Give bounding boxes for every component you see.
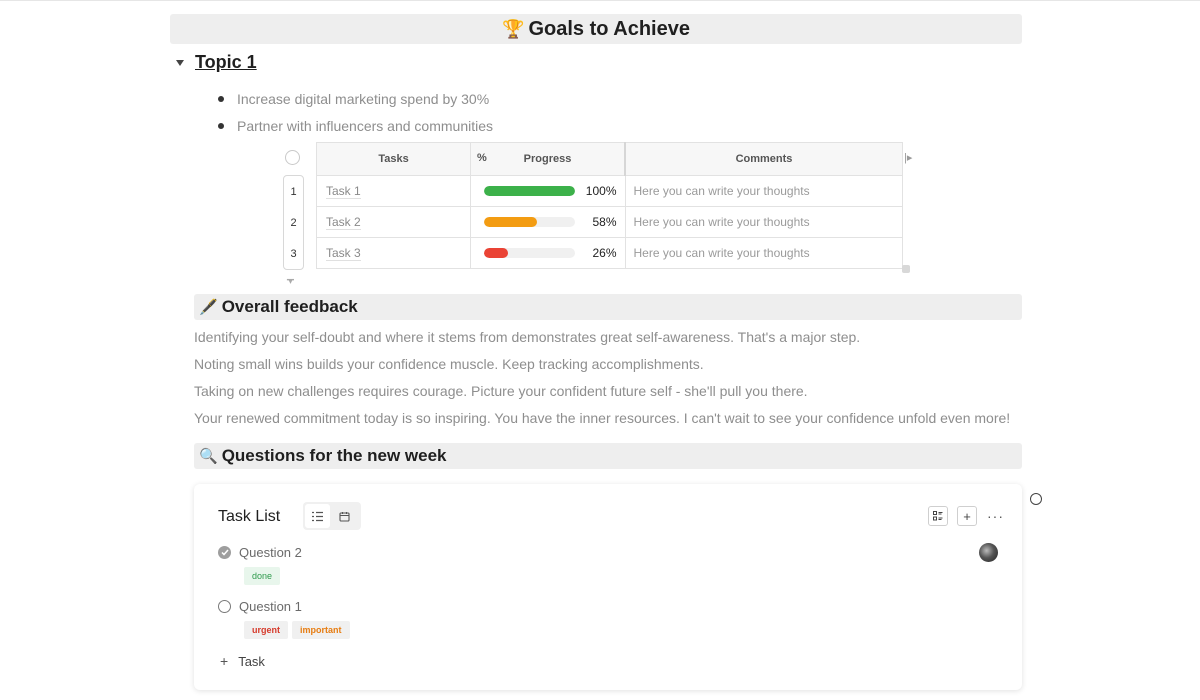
feedback-title: Overall feedback [221, 297, 358, 316]
add-task-row[interactable]: + Task [220, 653, 265, 669]
select-all-rows-radio[interactable] [285, 150, 300, 165]
bullet-text[interactable]: Partner with influencers and communities [237, 118, 493, 134]
tag-done[interactable]: done [244, 567, 281, 585]
list-view-icon [312, 511, 323, 521]
questions-title: Questions for the new week [221, 446, 447, 465]
trophy-icon: 🏆 [502, 18, 525, 39]
task-item[interactable]: Question 1 [218, 599, 302, 614]
column-header-tasks[interactable]: Tasks [316, 142, 471, 176]
task-cell[interactable]: Task 3 [316, 237, 471, 269]
feedback-heading: 🖋️ Overall feedback [194, 294, 1022, 320]
view-toggle [303, 502, 361, 530]
progress-value: 58% [592, 215, 617, 229]
progress-bar [484, 217, 575, 227]
card-actions: + ··· [919, 506, 1004, 526]
page-title: Goals to Achieve [528, 17, 690, 40]
task-item-label[interactable]: Question 2 [239, 545, 302, 560]
table-row: Task 3 26% Here you can write your thoug… [316, 237, 903, 269]
page-title-banner: 🏆 Goals to Achieve [170, 14, 1022, 44]
task-cell[interactable]: Task 2 [316, 206, 471, 238]
feedback-line[interactable]: Taking on new challenges requires courag… [194, 379, 1034, 406]
row-number[interactable]: 3 [284, 238, 303, 269]
row-number[interactable]: 2 [284, 207, 303, 238]
comment-cell[interactable]: Here you can write your thoughts [624, 206, 903, 238]
bullet-dot-icon [218, 95, 224, 102]
task-item[interactable]: Question 2 [218, 545, 302, 560]
task-name: Task 1 [326, 184, 361, 199]
task-name: Task 2 [326, 215, 361, 230]
topic-title[interactable]: Topic 1 [195, 52, 257, 73]
progress-fill [484, 186, 575, 196]
table-resize-handle-icon[interactable] [902, 265, 910, 273]
task-list-widget: Task List + ··· Question 2 done Question… [194, 484, 1022, 690]
add-row-handle-icon[interactable]: ▁ ▾ [284, 271, 297, 286]
bullet-item: Increase digital marketing spend by 30% [218, 85, 493, 112]
layout-button[interactable] [928, 506, 948, 526]
add-column-handle-icon[interactable]: |▸ [904, 151, 912, 164]
add-task-button[interactable]: + [957, 506, 977, 526]
progress-value: 100% [585, 184, 617, 198]
task-item-label[interactable]: Question 1 [239, 599, 302, 614]
comment-cell[interactable]: Here you can write your thoughts [624, 237, 903, 269]
feedback-line[interactable]: Your renewed commitment today is so insp… [194, 406, 1034, 433]
column-header-comments[interactable]: Comments [624, 142, 903, 176]
comment-cell[interactable]: Here you can write your thoughts [624, 175, 903, 207]
table-row: Task 2 58% Here you can write your thoug… [316, 206, 903, 238]
progress-bar [484, 186, 575, 196]
top-divider [0, 0, 1200, 1]
task-cell[interactable]: Task 1 [316, 175, 471, 207]
tag-important[interactable]: important [292, 621, 350, 639]
grid-list-icon [933, 511, 943, 521]
task-tags: done [244, 567, 284, 585]
comment-bubble-icon[interactable] [1030, 493, 1042, 505]
list-view-button[interactable] [305, 504, 330, 528]
table-header-row: Tasks % Progress Comments [316, 142, 903, 176]
feedback-body: Identifying your self-doubt and where it… [194, 325, 1034, 433]
calendar-view-button[interactable] [332, 504, 357, 528]
add-task-label: Task [238, 653, 265, 669]
questions-heading: 🔍 Questions for the new week [194, 443, 1022, 469]
checked-circle-icon[interactable] [218, 546, 231, 559]
task-list-title: Task List [218, 508, 281, 525]
empty-circle-icon[interactable] [218, 600, 231, 613]
feedback-line[interactable]: Noting small wins builds your confidence… [194, 352, 1034, 379]
progress-cell[interactable]: 100% [470, 175, 626, 207]
pen-icon: 🖋️ [199, 299, 218, 316]
magnifier-icon: 🔍 [199, 448, 218, 465]
bullet-item: Partner with influencers and communities [218, 112, 493, 139]
caret-down-icon[interactable] [176, 59, 184, 66]
feedback-line[interactable]: Identifying your self-doubt and where it… [194, 325, 1034, 352]
row-number[interactable]: 1 [284, 176, 303, 207]
calendar-icon [339, 511, 350, 522]
task-tags: urgent important [244, 621, 354, 639]
plus-icon: + [220, 653, 229, 669]
bullet-dot-icon [218, 122, 224, 129]
column-header-progress[interactable]: % Progress [470, 142, 626, 176]
assignee-avatar[interactable] [979, 543, 998, 562]
task-name: Task 3 [326, 246, 361, 261]
topic-toggle[interactable]: Topic 1 [176, 52, 257, 73]
bullet-text[interactable]: Increase digital marketing spend by 30% [237, 91, 489, 107]
plus-icon: + [963, 508, 971, 524]
column-header-progress-label: Progress [523, 153, 572, 165]
progress-cell[interactable]: 58% [470, 206, 626, 238]
percent-icon: % [477, 152, 487, 164]
tag-urgent[interactable]: urgent [244, 621, 288, 639]
row-number-column: 1 2 3 [283, 175, 304, 270]
tasks-table: Tasks % Progress Comments Task 1 100% He… [316, 142, 903, 269]
more-options-icon[interactable]: ··· [987, 508, 1004, 524]
progress-fill [484, 217, 537, 227]
progress-value: 26% [592, 246, 617, 260]
progress-bar [484, 248, 575, 258]
progress-cell[interactable]: 26% [470, 237, 626, 269]
bullet-list: Increase digital marketing spend by 30% … [218, 85, 493, 139]
progress-fill [484, 248, 508, 258]
table-row: Task 1 100% Here you can write your thou… [316, 175, 903, 207]
